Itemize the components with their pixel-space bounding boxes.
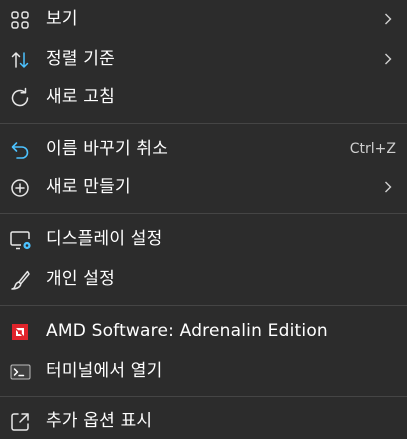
menu-item-open-in-terminal[interactable]: 터미널에서 열기 xyxy=(0,352,407,392)
menu-item-label: 새로 만들기 xyxy=(46,177,131,197)
menu-item-refresh[interactable]: 새로 고침 xyxy=(0,78,407,118)
menu-item-label: 디스플레이 설정 xyxy=(46,229,163,249)
menu-divider xyxy=(0,213,407,214)
menu-item-label: 보기 xyxy=(46,9,78,29)
menu-item-undo-rename[interactable]: 이름 바꾸기 취소 Ctrl+Z xyxy=(0,130,407,170)
menu-item-view[interactable]: 보기 xyxy=(0,0,407,40)
undo-icon xyxy=(8,138,34,162)
chevron-right-icon xyxy=(383,51,393,67)
chevron-right-icon xyxy=(383,179,393,195)
display-settings-icon xyxy=(8,228,34,252)
menu-item-label: 추가 옵션 표시 xyxy=(46,411,153,431)
menu-item-label: 개인 설정 xyxy=(46,269,115,289)
amd-logo-icon xyxy=(8,320,34,344)
shortcut-label: Ctrl+Z xyxy=(349,141,396,157)
menu-item-label: 이름 바꾸기 취소 xyxy=(46,139,169,159)
grid-view-icon xyxy=(8,8,34,32)
menu-divider xyxy=(0,123,407,124)
menu-item-label: AMD Software: Adrenalin Edition xyxy=(46,321,328,341)
chevron-right-icon xyxy=(383,11,393,27)
menu-item-label: 새로 고침 xyxy=(46,87,115,107)
show-more-options-icon xyxy=(8,410,34,434)
menu-item-show-more-options[interactable]: 추가 옵션 표시 xyxy=(0,402,407,439)
menu-item-sort-by[interactable]: 정렬 기준 xyxy=(0,40,407,80)
menu-item-display-settings[interactable]: 디스플레이 설정 xyxy=(0,220,407,260)
menu-divider xyxy=(0,305,407,306)
menu-item-amd-software[interactable]: AMD Software: Adrenalin Edition xyxy=(0,312,407,352)
menu-divider xyxy=(0,396,407,397)
menu-item-label: 정렬 기준 xyxy=(46,49,115,69)
terminal-icon xyxy=(8,360,34,384)
desktop-context-menu: 보기 정렬 기준 새로 고침 이름 바꾸기 취소 Ctrl+Z 새로 만들기 디… xyxy=(0,0,407,439)
sort-arrows-icon xyxy=(8,48,34,72)
refresh-icon xyxy=(8,86,34,110)
menu-item-label: 터미널에서 열기 xyxy=(46,361,163,381)
menu-item-new[interactable]: 새로 만들기 xyxy=(0,168,407,208)
brush-icon xyxy=(8,268,34,292)
new-plus-icon xyxy=(8,176,34,200)
menu-item-personalize[interactable]: 개인 설정 xyxy=(0,260,407,300)
